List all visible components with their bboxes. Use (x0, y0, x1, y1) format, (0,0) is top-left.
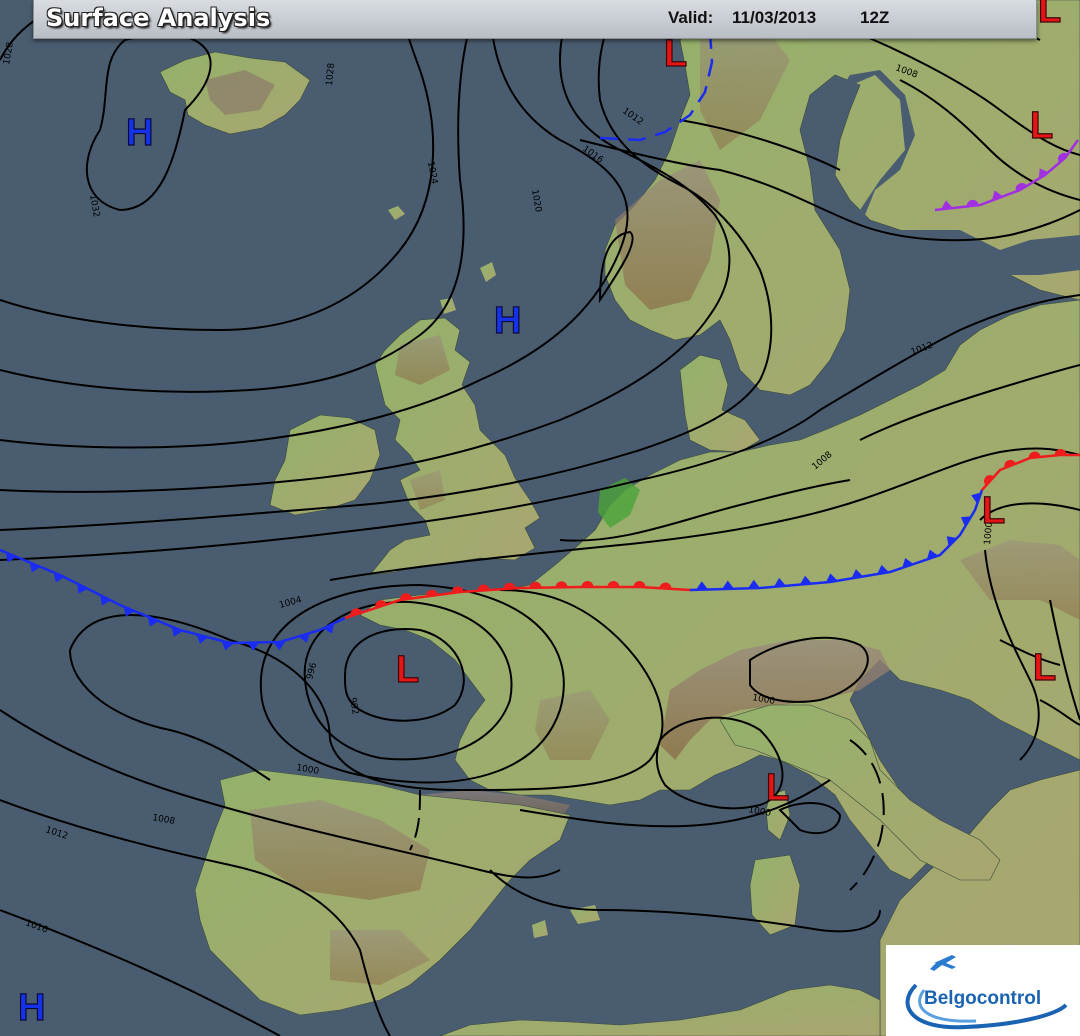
valid-label: Valid: (668, 8, 714, 27)
low-pressure-label: L (396, 649, 419, 691)
weather-chart: 1028 1032 1028 1024 1020 1016 1012 1004 … (0, 0, 1080, 1036)
low-pressure-label: L (982, 490, 1005, 532)
valid-date: 11/03/2013 (732, 8, 817, 27)
low-pressure-label: L (1038, 0, 1061, 31)
low-pressure-label: L (1030, 105, 1053, 147)
low-pressure-label: L (766, 767, 789, 809)
belgocontrol-logo: Belgocontrol (886, 945, 1080, 1036)
high-pressure-label: H (126, 112, 153, 154)
chart-title: Surface Analysis (46, 4, 271, 32)
low-pressure-label: L (664, 33, 687, 75)
surface-analysis-map: 1028 1032 1028 1024 1020 1016 1012 1004 … (0, 0, 1080, 1036)
high-pressure-label: H (18, 987, 45, 1029)
low-pressure-label: L (1033, 647, 1056, 689)
isobar-label: 1028 (325, 62, 337, 86)
high-pressure-label: H (494, 300, 521, 342)
logo-text: Belgocontrol (924, 988, 1042, 1009)
valid-time: 12Z (860, 8, 890, 27)
title-bar: Surface Analysis Valid: 11/03/2013 12Z (33, 0, 1037, 39)
